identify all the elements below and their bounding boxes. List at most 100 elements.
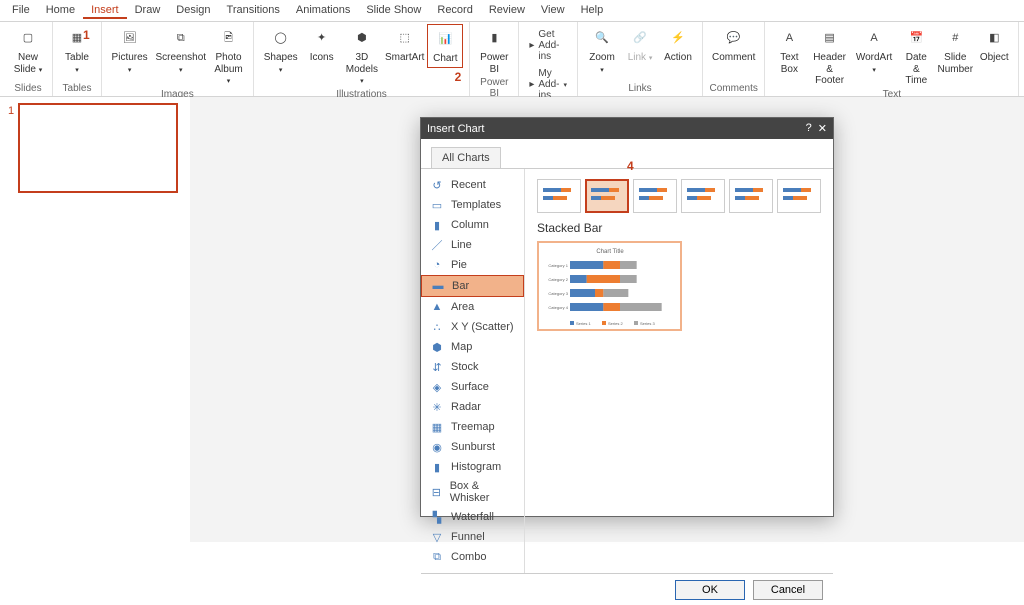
svg-text:Category 4: Category 4: [548, 305, 568, 310]
ribbon-btn-text-box[interactable]: ATextBox: [771, 24, 807, 77]
menu-help[interactable]: Help: [573, 2, 612, 19]
ribbon-btn-action[interactable]: ⚡Action: [660, 24, 696, 66]
ok-button[interactable]: OK: [675, 580, 745, 600]
chart-type-label: Histogram: [451, 461, 501, 473]
chart-type-recent[interactable]: ↺Recent: [421, 175, 524, 195]
menu-file[interactable]: File: [4, 2, 38, 19]
text-icon: A: [777, 26, 801, 50]
column-icon: ▮: [429, 218, 445, 232]
chart-type-box-whisker[interactable]: ⊟Box & Whisker: [421, 477, 524, 507]
ribbon-btn-pictures[interactable]: 🖼Pictures ▾: [108, 24, 151, 77]
chart-type-line[interactable]: ／Line: [421, 235, 524, 255]
stock-icon: ⇵: [429, 360, 445, 374]
chart-type-treemap[interactable]: ▦Treemap: [421, 417, 524, 437]
chart-type-x-y-scatter-[interactable]: ∴X Y (Scatter): [421, 317, 524, 337]
menu-draw[interactable]: Draw: [127, 2, 169, 19]
chart-type-label: Radar: [451, 401, 481, 413]
chart-type-funnel[interactable]: ▽Funnel: [421, 527, 524, 547]
svg-text:Series 3: Series 3: [640, 321, 655, 326]
ribbon: ▢NewSlide ▾Slides▦Table ▾Tables1🖼Picture…: [0, 22, 1024, 97]
comment-icon: 💬: [722, 26, 746, 50]
chart-type-sunburst[interactable]: ◉Sunburst: [421, 437, 524, 457]
menu-view[interactable]: View: [533, 2, 573, 19]
ribbon-btn-photo-album[interactable]: 🖻PhotoAlbum ▾: [210, 24, 246, 89]
ribbon-btn-screenshot[interactable]: ⧉Screenshot ▾: [153, 24, 208, 77]
cancel-button[interactable]: Cancel: [753, 580, 823, 600]
menu-animations[interactable]: Animations: [288, 2, 358, 19]
ribbon-group-pbi: ▮PowerBIPower BI: [470, 22, 519, 96]
menu-insert[interactable]: Insert: [83, 2, 127, 19]
chart-type-label: Area: [451, 301, 474, 313]
ribbon-btn-comment[interactable]: 💬Comment: [709, 24, 758, 66]
help-icon[interactable]: ?: [806, 122, 812, 135]
chart-type-label: Stock: [451, 361, 479, 373]
chart-type-combo[interactable]: ⧉Combo: [421, 547, 524, 567]
ribbon-label: Chart: [433, 53, 457, 65]
chart-type-column[interactable]: ▮Column: [421, 215, 524, 235]
menu-slide-show[interactable]: Slide Show: [358, 2, 429, 19]
chart-type-histogram[interactable]: ▮ Histogram: [421, 457, 524, 477]
chart-type-bar[interactable]: ▬Bar3: [421, 275, 524, 297]
ribbon-btn-new-slide[interactable]: ▢NewSlide ▾: [10, 24, 46, 77]
slide-thumbnail-1[interactable]: 1: [18, 103, 178, 193]
menu-record[interactable]: Record: [429, 2, 480, 19]
chart-type-label: Waterfall: [451, 511, 494, 523]
ribbon-group-symbols: πEquation ▾ΩSymbolSymbols: [1019, 22, 1024, 96]
smartart-icon: ⬚: [393, 26, 417, 50]
ribbon-btn-link[interactable]: 🔗Link ▾: [622, 24, 658, 66]
chart-type-pie[interactable]: ◔Pie: [421, 255, 524, 275]
chart-type-list: ↺Recent▭Templates▮Column／Line◔Pie▬Bar3▲A…: [421, 169, 525, 573]
menu-review[interactable]: Review: [481, 2, 533, 19]
tab-all-charts[interactable]: All Charts: [431, 147, 501, 168]
ribbon-btn-zoom[interactable]: 🔍Zoom ▾: [584, 24, 620, 77]
ribbon-btn-power-bi[interactable]: ▮PowerBI: [476, 24, 512, 77]
pictures-icon: 🖼: [118, 26, 142, 50]
chart-type-label: Bar: [452, 280, 469, 292]
ribbon-btn-get-add-ins[interactable]: ▸ Get Add-ins: [525, 28, 571, 63]
close-icon[interactable]: ✕: [818, 122, 827, 135]
waterfall-icon: ▚: [429, 510, 445, 524]
ribbon-btn-wordart[interactable]: AWordArt ▾: [852, 24, 896, 77]
ribbon-btn-icons[interactable]: ✦Icons: [304, 24, 340, 66]
bar-icon: ▬: [430, 279, 446, 293]
chart-type-label: Surface: [451, 381, 489, 393]
menu-bar: FileHomeInsertDrawDesignTransitionsAnima…: [0, 0, 1024, 22]
ribbon-btn-shapes[interactable]: ◯Shapes ▾: [260, 24, 302, 77]
dialog-titlebar: Insert Chart ? ✕: [421, 118, 833, 139]
chart-type-label: Recent: [451, 179, 486, 191]
chart-type-radar[interactable]: ✳Radar: [421, 397, 524, 417]
link-icon: 🔗: [628, 26, 652, 50]
menu-design[interactable]: Design: [168, 2, 218, 19]
bar-subtype-5[interactable]: [777, 179, 821, 213]
combo-icon: ⧉: [429, 550, 445, 564]
bar-subtype-1[interactable]: [585, 179, 629, 213]
bar-subtype-3[interactable]: [681, 179, 725, 213]
menu-home[interactable]: Home: [38, 2, 83, 19]
ribbon-btn-date-time[interactable]: 📅Date &Time: [898, 24, 934, 89]
chart-type-templates[interactable]: ▭Templates: [421, 195, 524, 215]
surface-icon: ◈: [429, 380, 445, 394]
ribbon-btn-3d-models[interactable]: ⬢3DModels ▾: [342, 24, 382, 89]
chart-type-label: Sunburst: [451, 441, 495, 453]
ribbon-btn-chart[interactable]: 📊Chart: [427, 24, 463, 68]
histogram-icon: ▮: [429, 460, 445, 474]
chart-type-surface[interactable]: ◈ Surface: [421, 377, 524, 397]
ribbon-btn-smartart[interactable]: ⬚SmartArt: [384, 24, 425, 66]
bar-subtype-0[interactable]: [537, 179, 581, 213]
svg-text:Series 2: Series 2: [608, 321, 623, 326]
ribbon-btn-object[interactable]: ◧Object: [976, 24, 1012, 66]
bar-subtype-2[interactable]: [633, 179, 677, 213]
chart-type-map[interactable]: ⬢Map: [421, 337, 524, 357]
ribbon-label: Pictures ▾: [111, 52, 148, 75]
screenshot-icon: ⧉: [169, 26, 193, 50]
stacked-bar-preview-svg: Chart Title Category 1Category 2Category…: [540, 243, 680, 329]
chart-type-waterfall[interactable]: ▚ Waterfall: [421, 507, 524, 527]
chart-type-area[interactable]: ▲Area: [421, 297, 524, 317]
chart-title-text: Chart Title: [596, 249, 624, 255]
chart-type-stock[interactable]: ⇵ Stock: [421, 357, 524, 377]
ribbon-btn-slide-number[interactable]: #SlideNumber: [936, 24, 974, 77]
menu-transitions[interactable]: Transitions: [219, 2, 288, 19]
chart-preview[interactable]: Chart Title Category 1Category 2Category…: [537, 241, 682, 331]
bar-subtype-4[interactable]: [729, 179, 773, 213]
ribbon-btn-header-footer[interactable]: ▤Header& Footer: [809, 24, 849, 89]
